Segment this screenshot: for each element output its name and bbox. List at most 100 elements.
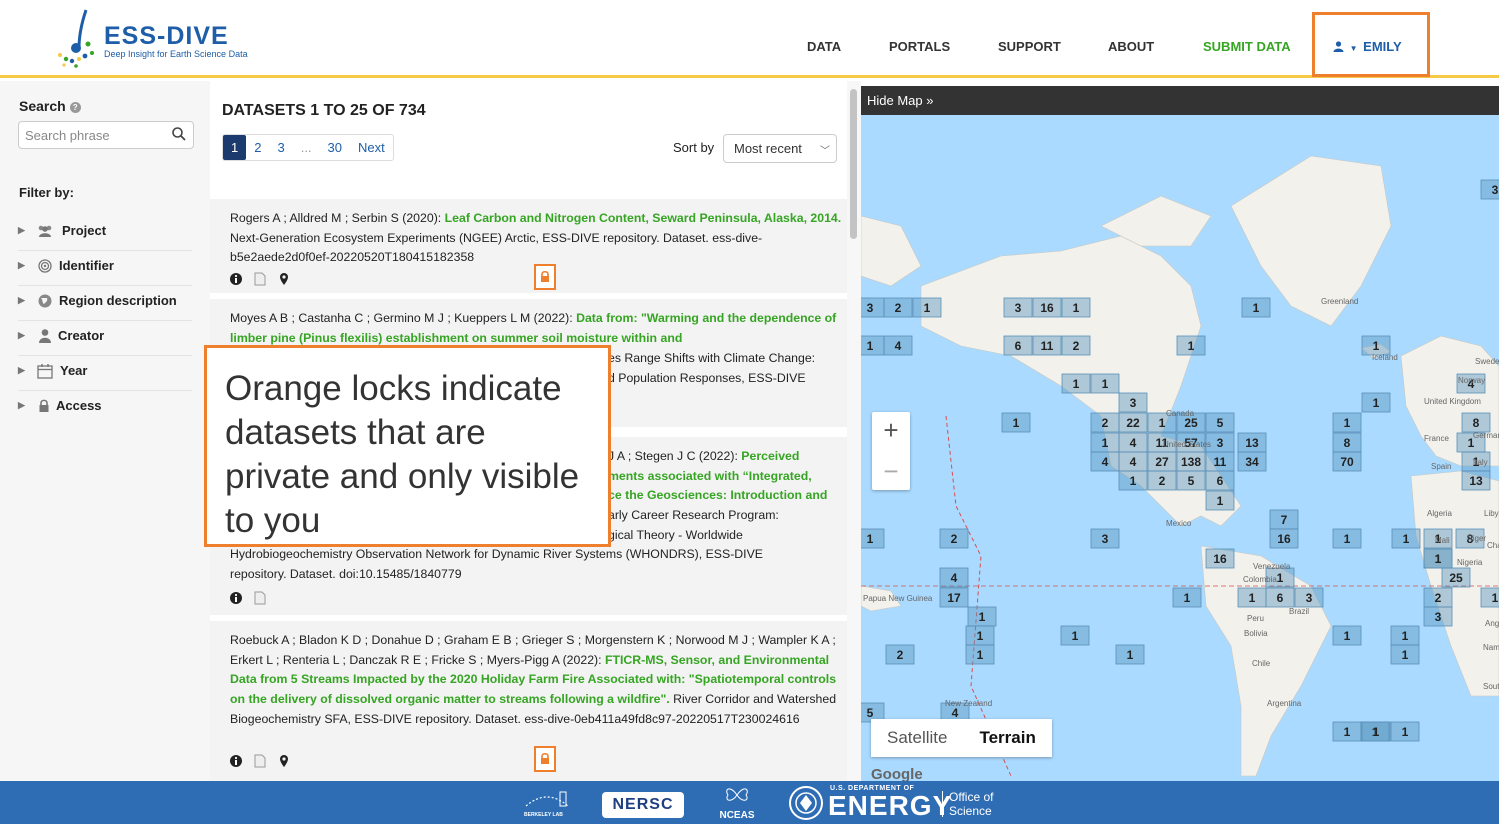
- hide-map-button[interactable]: Hide Map »: [867, 93, 933, 108]
- map-cluster-count: 1: [1435, 552, 1442, 566]
- map-cluster-count: 3: [867, 301, 874, 315]
- filter-identifier[interactable]: ▶ Identifier: [18, 252, 192, 286]
- filter-label-year: Year: [60, 363, 88, 378]
- map-cluster-count: 1: [867, 339, 874, 353]
- map-place-label: Norway: [1458, 376, 1485, 385]
- document-icon[interactable]: [254, 754, 266, 768]
- satellite-button[interactable]: Satellite: [871, 719, 963, 757]
- scrollbar-thumb[interactable]: [850, 89, 857, 239]
- calendar-icon: [37, 364, 53, 379]
- map-cluster-count: 4: [1102, 455, 1109, 469]
- map-place-label: Peru: [1247, 614, 1264, 623]
- page-1[interactable]: 1: [223, 135, 247, 160]
- result-citation-continued: es Range Shifts with Climate Change: d P…: [608, 351, 816, 385]
- cluster-layer[interactable]: 3 2 1 3 16 1 11 4 6 11 2 1 141 13 11 2 22 1 25 5 1 81 4 11 57 3 13…: [861, 179, 1499, 742]
- zoom-out-button[interactable]: −: [872, 456, 910, 487]
- map-place-label: New Zealand: [945, 699, 992, 708]
- private-lock-badge: [534, 264, 556, 290]
- user-highlight-box: [1312, 12, 1430, 77]
- map-cluster-count: 16: [1040, 301, 1054, 315]
- map-pin-icon[interactable]: [279, 754, 289, 768]
- map-cluster-count: 25: [1449, 571, 1463, 585]
- map-cluster-count: 2: [1073, 339, 1080, 353]
- map-cluster-count: 11: [1041, 339, 1054, 353]
- filter-access[interactable]: ▶ Access: [18, 392, 192, 426]
- lock-icon: [541, 270, 549, 282]
- map-place-label: Chad: [1487, 541, 1499, 550]
- zoom-in-button[interactable]: +: [872, 415, 910, 446]
- map-cluster-count: 1: [1249, 591, 1256, 605]
- sort-select[interactable]: Most recent ﹀: [723, 134, 837, 163]
- search-icon[interactable]: [171, 126, 187, 142]
- map-panel[interactable]: 3 2 1 3 16 1 1 1 4 6 11 2 1 1 4 1 1 3 1 1 2 22 1 25 5 1 8 1 4 11 57 3 13…: [861, 86, 1499, 781]
- ess-dive-logo[interactable]: ESS-DIVE Deep Insight for Earth Science …: [52, 8, 292, 70]
- berkeley-lab-logo[interactable]: BERKELEY LAB: [522, 786, 572, 818]
- map-cluster-count: 5: [1217, 416, 1224, 430]
- search-input[interactable]: [18, 121, 194, 149]
- footer-divider: [942, 791, 943, 817]
- map-cluster-count: 1: [1344, 725, 1351, 739]
- annotation-callout: Orange locks indicate datasets that are …: [204, 345, 611, 547]
- person-icon: [39, 329, 51, 343]
- berkeley-lab-label: BERKELEY LAB: [524, 812, 563, 818]
- filter-label-creator: Creator: [58, 328, 105, 343]
- nersc-logo[interactable]: NERSC: [602, 792, 684, 818]
- map-cluster-count: 7: [1281, 513, 1288, 527]
- filter-year[interactable]: ▶ Year: [18, 357, 192, 391]
- info-icon[interactable]: [230, 591, 242, 604]
- map-place-label: Iceland: [1372, 353, 1398, 362]
- document-icon[interactable]: [254, 272, 266, 286]
- map-cluster-count: 1: [1277, 571, 1284, 585]
- lock-icon: [39, 399, 49, 412]
- private-lock-badge: [534, 746, 556, 772]
- result-title-link[interactable]: Perceived: [741, 449, 799, 463]
- page-30[interactable]: 30: [320, 135, 350, 160]
- terrain-button[interactable]: Terrain: [963, 719, 1052, 757]
- page-next[interactable]: Next: [350, 135, 393, 160]
- result-citation: Rogers A ; Alldred M ; Serbin S (2020): …: [230, 211, 842, 265]
- filter-project[interactable]: ▶ Project: [18, 217, 192, 251]
- nav-support[interactable]: SUPPORT: [998, 39, 1061, 54]
- help-icon[interactable]: ?: [69, 101, 81, 113]
- doe-seal[interactable]: [788, 785, 824, 821]
- caret-right-icon: ▶: [18, 365, 25, 375]
- map-cluster-count: 5: [1188, 474, 1195, 488]
- map-place-label: Angola: [1485, 619, 1499, 628]
- map-cluster-count: 1: [977, 648, 984, 662]
- filter-region[interactable]: ▶ Region description: [18, 287, 192, 321]
- filter-creator[interactable]: ▶ Creator: [18, 322, 192, 356]
- map-place-label: Algeria: [1427, 509, 1452, 518]
- page-3[interactable]: 3: [269, 135, 292, 160]
- nav-about[interactable]: ABOUT: [1108, 39, 1154, 54]
- nav-submit-data[interactable]: SUBMIT DATA: [1203, 39, 1291, 54]
- berkeley-lab-icon: [525, 791, 569, 807]
- caret-right-icon: ▶: [18, 225, 25, 235]
- world-map[interactable]: 3 2 1 3 16 1 11 4 6 11 2 1 141 13 11 2 22 1 25 5 1 81 4 11 57 3 13…: [861, 86, 1499, 781]
- doe-energy-label[interactable]: ENERGY: [828, 791, 952, 821]
- map-cluster-count: 1: [979, 610, 986, 624]
- results-scrollbar[interactable]: [847, 81, 861, 781]
- info-icon[interactable]: [230, 272, 242, 285]
- nav-portals[interactable]: PORTALS: [889, 39, 950, 54]
- result-citation-tail: Hydrobiogeochemistry Observation Network…: [230, 547, 763, 581]
- info-icon[interactable]: [230, 754, 242, 767]
- map-cluster-count: 4: [952, 706, 959, 720]
- nav-data[interactable]: DATA: [807, 39, 841, 54]
- map-cluster-count: 1: [1492, 591, 1499, 605]
- map-cluster-count: 2: [1435, 591, 1442, 605]
- document-icon[interactable]: [254, 591, 266, 605]
- office-of-science-label[interactable]: Office of Science: [949, 790, 1001, 818]
- map-cluster-count: 2: [1159, 474, 1166, 488]
- page-2[interactable]: 2: [246, 135, 269, 160]
- chevron-down-icon: ﹀: [820, 146, 830, 157]
- nceas-logo[interactable]: NCEAS: [714, 785, 760, 821]
- map-cluster-count: 4: [1130, 455, 1137, 469]
- result-title-link[interactable]: Leaf Carbon and Nitrogen Content, Seward…: [445, 211, 842, 225]
- map-cluster-count: 1: [1072, 629, 1079, 643]
- caret-right-icon: ▶: [18, 330, 25, 340]
- map-cluster-count: 8: [1473, 416, 1480, 430]
- result-citation: J A ; Stegen J C (2022): Perceived ments…: [608, 449, 828, 542]
- map-pin-icon[interactable]: [279, 272, 289, 286]
- map-cluster-count: 1: [1188, 339, 1195, 353]
- globe-icon: [38, 294, 52, 308]
